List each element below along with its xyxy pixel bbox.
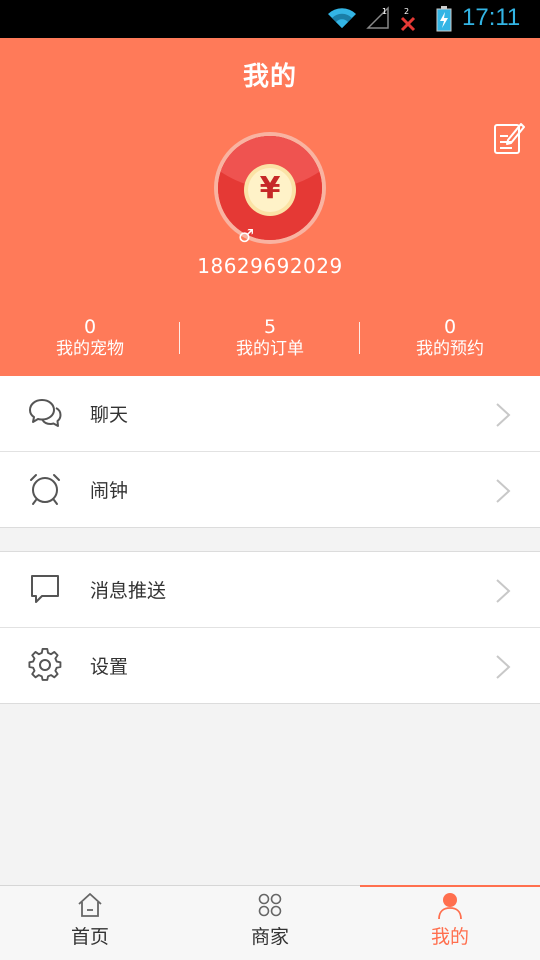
home-icon [77,892,103,922]
no-signal-icon: 2 [398,6,420,36]
stat-value: 0 [443,316,457,338]
status-time: 17:11 [462,4,521,31]
menu-item-chat[interactable]: 聊天 [0,376,540,452]
signal-icon: 1 [366,6,392,34]
alarm-clock-icon [28,472,62,506]
chevron-right-icon [494,478,512,504]
menu-item-push-messages[interactable]: 消息推送 [0,552,540,628]
bottom-nav: 首页 商家 我的 [0,885,540,960]
yuan-symbol: ¥ [259,171,281,206]
edit-icon[interactable] [492,120,526,156]
gear-icon [28,648,62,682]
chevron-right-icon [494,402,512,428]
wifi-icon [326,6,358,34]
stat-appointments[interactable]: 0 我的预约 [360,316,540,366]
stat-value: 5 [263,316,277,338]
avatar[interactable]: ¥ [214,132,326,244]
stat-label: 我的宠物 [56,339,124,359]
grid-icon [257,892,283,922]
menu-item-label: 设置 [90,656,129,678]
person-icon [437,892,463,924]
page-title: 我的 [242,62,297,92]
menu-item-settings[interactable]: 设置 [0,628,540,704]
profile-header: 我的 ¥ ♂ 18629692029 0 我的宠物 5 我的订单 0 我的预约 [0,38,540,376]
menu-group-secondary: 消息推送 设置 [0,551,540,704]
chat-icon [28,396,62,430]
tab-label: 首页 [70,926,109,948]
stats-bar: 0 我的宠物 5 我的订单 0 我的预约 [0,316,540,366]
menu-group-primary: 聊天 闹钟 [0,376,540,528]
gender-male-icon: ♂ [238,226,255,247]
stat-orders[interactable]: 5 我的订单 [180,316,360,366]
chevron-right-icon [494,578,512,604]
menu-item-label: 聊天 [90,404,129,426]
stat-divider [179,322,180,354]
tab-label: 商家 [250,926,289,948]
menu-item-label: 闹钟 [90,480,129,502]
svg-text:1: 1 [382,7,387,16]
tab-mine[interactable]: 我的 [360,885,540,960]
battery-charging-icon [436,6,452,36]
stat-label: 我的订单 [236,339,304,359]
stat-label: 我的预约 [416,339,484,359]
stat-pets[interactable]: 0 我的宠物 [0,316,180,366]
menu-item-alarm[interactable]: 闹钟 [0,452,540,528]
stat-divider [359,322,360,354]
red-envelope-yuan-icon: ¥ [218,136,322,240]
stat-value: 0 [83,316,97,338]
chevron-right-icon [494,654,512,680]
svg-text:2: 2 [404,7,409,16]
menu-item-label: 消息推送 [90,580,167,602]
message-icon [28,572,62,606]
phone-number: 18629692029 [197,254,343,278]
tab-merchants[interactable]: 商家 [180,886,360,960]
tab-label: 我的 [430,926,469,948]
tab-home[interactable]: 首页 [0,886,180,960]
status-bar: 1 2 17:11 [0,0,540,38]
